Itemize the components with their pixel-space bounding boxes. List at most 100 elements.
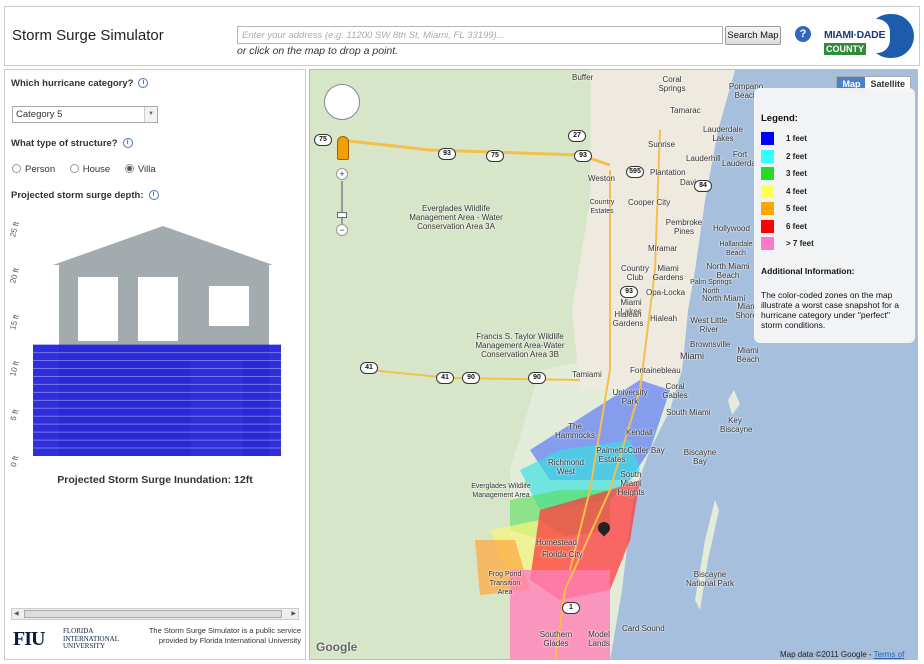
place-label: Lauderdale Lakes — [702, 125, 744, 143]
wildlife-area-3a-label: Everglades Wildlife Management Area - Wa… — [409, 204, 503, 231]
place-label: Florida City — [542, 550, 583, 559]
place-label: South Miami Heights — [617, 470, 645, 497]
highway-shield: 75 — [486, 150, 504, 162]
legend-panel: Legend: 1 feet 2 feet 3 feet 4 feet 5 feet 6 … — [754, 88, 915, 343]
highway-shield: 75 — [314, 134, 332, 146]
highway-shield: 90 — [528, 372, 546, 384]
radio-villa[interactable]: Villa — [124, 164, 156, 175]
storm-surge-app: Storm Surge Simulator Search Map or clic… — [0, 0, 924, 664]
place-label: Hollywood — [713, 224, 750, 233]
radio-house-label: House — [82, 164, 111, 175]
map-canvas[interactable]: Buffer Pompano Beach Coral Springs Tamar… — [309, 69, 918, 660]
radio-icon[interactable] — [12, 164, 21, 173]
legend-label: 3 feet — [786, 169, 807, 178]
scroll-left-icon[interactable]: ◀ — [14, 610, 19, 617]
zoom-in-button[interactable]: + — [336, 168, 348, 180]
attribution-text: Map data ©2011 Google - — [780, 650, 872, 659]
y-tick-label: 0 ft — [9, 454, 21, 468]
scroll-right-icon[interactable]: ▶ — [291, 610, 296, 617]
place-label: Weston — [588, 174, 615, 183]
search-map-button[interactable]: Search Map — [725, 26, 781, 45]
place-label: Pembroke Pines — [665, 218, 703, 236]
place-label: Southern Glades — [539, 630, 573, 648]
structure-question: What type of structure? i — [11, 138, 133, 149]
info-icon[interactable]: i — [138, 78, 149, 89]
house-window — [138, 277, 178, 341]
category-select[interactable]: Category 5 ▼ — [12, 106, 158, 123]
inundation-result: Projected Storm Surge Inundation: 12ft — [57, 474, 253, 486]
legend-swatch — [761, 167, 774, 180]
radio-person[interactable]: Person — [12, 164, 55, 175]
place-label: Palm Springs North — [690, 279, 732, 295]
wildlife-area-3b-label: Francis S. Taylor Wildlife Management Ar… — [475, 332, 565, 359]
legend-swatch — [761, 184, 774, 198]
place-label: Coral Springs — [658, 75, 686, 93]
place-label: Homestead — [536, 538, 577, 547]
legend-label: 6 feet — [786, 221, 807, 231]
place-label: The Hammocks — [554, 422, 595, 440]
legend-label: 4 feet — [786, 186, 807, 196]
legend-item: 6 feet — [761, 219, 807, 233]
logo-line-1: MIAMI·DADE — [824, 29, 886, 41]
help-icon[interactable]: ? — [795, 26, 811, 42]
depth-label: Projected storm surge depth: i — [11, 190, 159, 201]
legend-swatch — [761, 237, 774, 250]
surge-depth-chart: 25 ft 20 ft 15 ft 10 ft 5 ft 0 ft — [5, 210, 305, 480]
chevron-down-icon[interactable]: ▼ — [144, 107, 157, 122]
legend-item: > 7 feet — [761, 237, 814, 250]
y-tick-label: 15 ft — [8, 313, 21, 331]
legend-swatch — [761, 202, 774, 215]
horizontal-scrollbar[interactable]: ◀ ▶ — [11, 608, 299, 620]
category-question-text: Which hurricane category? — [11, 78, 134, 89]
key-biscayne-island — [728, 390, 740, 415]
highway-shield: 93 — [574, 150, 592, 162]
header: Storm Surge Simulator Search Map or clic… — [4, 6, 920, 66]
place-label: Richmond West — [547, 458, 584, 476]
pan-control[interactable] — [324, 84, 360, 120]
info-icon[interactable]: i — [148, 190, 159, 201]
category-question: Which hurricane category? i — [11, 78, 149, 89]
legend-swatch — [761, 219, 774, 233]
map-attribution: Map data ©2011 Google - Terms of Use — [780, 650, 917, 659]
place-label: Key Biscayne — [720, 416, 753, 434]
place-label: Cutler Bay — [627, 446, 665, 455]
highway-shield: 90 — [462, 372, 480, 384]
place-label: Hialeah — [650, 314, 678, 323]
place-label: Miramar — [648, 244, 678, 253]
legend-item: 3 feet — [761, 167, 807, 180]
place-label: Frog Pond Transition Area — [488, 571, 522, 596]
zoom-out-button[interactable]: − — [336, 224, 348, 236]
place-label: Model Lands — [588, 630, 610, 648]
radio-selected-icon[interactable] — [124, 164, 134, 173]
house-window — [209, 286, 249, 326]
info-icon[interactable]: i — [122, 138, 133, 149]
zoom-track[interactable] — [341, 181, 343, 225]
legend-title: Legend: — [761, 113, 798, 124]
legend-label: 5 feet — [786, 204, 807, 213]
place-label: Tamiami — [572, 370, 602, 379]
street-view-pegman-icon[interactable] — [337, 136, 349, 160]
zoom-control[interactable]: + − — [336, 168, 348, 238]
surge-chart-svg: 25 ft 20 ft 15 ft 10 ft 5 ft 0 ft — [8, 220, 281, 468]
radio-villa-label: Villa — [137, 164, 156, 175]
highway-shield: 93 — [620, 286, 638, 298]
fiu-mark: FIU — [13, 628, 45, 650]
address-input[interactable] — [237, 26, 723, 44]
highway-shield: 93 — [438, 148, 456, 160]
place-label: Miami Gardens — [652, 264, 684, 282]
y-tick-label: 10 ft — [8, 359, 21, 377]
zoom-slider-thumb[interactable] — [337, 212, 347, 218]
footer-note: The Storm Surge Simulator is a public se… — [148, 626, 301, 645]
place-label: Country Club — [620, 264, 649, 282]
legend-item: 1 feet — [761, 132, 807, 145]
place-label: Buffer — [572, 73, 594, 82]
radio-icon[interactable] — [69, 164, 79, 173]
place-label: Kendall — [626, 428, 653, 437]
scrollbar-thumb[interactable] — [24, 610, 282, 618]
place-label: Biscayne Bay — [683, 448, 717, 466]
highway-shield: 27 — [568, 130, 586, 142]
place-label: Hialeah Gardens — [612, 310, 644, 328]
radio-house[interactable]: House — [69, 164, 111, 175]
logo-wordmark: MIAMI·DADE COUNTY — [822, 14, 902, 58]
structure-question-text: What type of structure? — [11, 138, 118, 149]
